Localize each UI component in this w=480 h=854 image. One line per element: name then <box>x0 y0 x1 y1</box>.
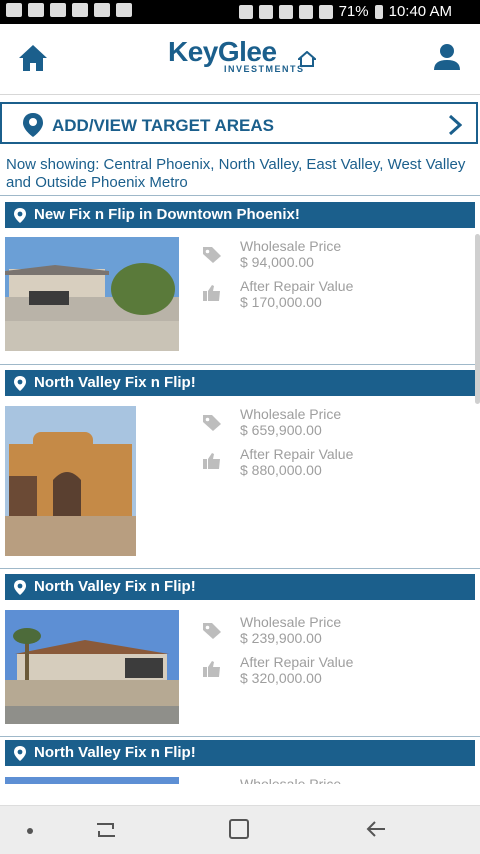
recent-apps-icon[interactable] <box>95 820 117 840</box>
scrollbar[interactable] <box>475 234 480 404</box>
logo-house-icon <box>298 51 316 67</box>
listing-title-bar: North Valley Fix n Flip! <box>5 740 475 766</box>
twitter-icon <box>116 3 132 17</box>
wholesale-label: Wholesale Price <box>240 406 342 422</box>
wholesale-price: $ 659,900.00 <box>240 422 322 438</box>
app-header: KeyGlee INVESTMENTS <box>0 24 480 95</box>
listing-title-bar: North Valley Fix n Flip! <box>5 574 475 600</box>
listing-card[interactable]: New Fix n Flip in Downtown Phoenix! Whol… <box>0 200 480 360</box>
listing-card[interactable]: North Valley Fix n Flip! Wholesale Price… <box>0 572 480 732</box>
listing-title-bar: New Fix n Flip in Downtown Phoenix! <box>5 202 475 228</box>
wholesale-price: $ 239,900.00 <box>240 630 322 646</box>
mail-icon <box>6 3 22 17</box>
system-icons: 71% 10:40 AM <box>238 3 452 20</box>
listing-card[interactable]: North Valley Fix n Flip! Wholesale Price <box>0 740 480 784</box>
wholesale-label: Wholesale Price <box>240 776 342 784</box>
divider <box>0 195 480 196</box>
arv-value: $ 880,000.00 <box>240 462 322 478</box>
divider <box>0 736 480 737</box>
property-photo[interactable] <box>5 777 179 784</box>
keyglee-logo: KeyGlee INVESTMENTS <box>168 38 318 82</box>
arv-label: After Repair Value <box>240 278 354 294</box>
wifi-icon <box>72 3 88 17</box>
nfc-icon <box>258 4 273 19</box>
notification-icons <box>6 3 132 17</box>
alarm-icon <box>278 4 293 19</box>
map-pin-icon <box>14 376 26 391</box>
price-tag-icon <box>203 247 221 263</box>
youtube-icon <box>28 3 44 17</box>
divider <box>0 364 480 365</box>
arv-value: $ 170,000.00 <box>240 294 322 310</box>
map-pin-icon <box>14 746 26 761</box>
logo-text: KeyGlee <box>168 36 277 67</box>
gallery-icon <box>50 3 66 17</box>
cell-signal-icon <box>318 4 333 19</box>
property-photo[interactable] <box>5 237 179 351</box>
thumbs-up-icon <box>203 453 220 469</box>
listing-title-bar: North Valley Fix n Flip! <box>5 370 475 396</box>
chevron-right-icon <box>448 114 462 136</box>
listing-title: North Valley Fix n Flip! <box>34 744 196 761</box>
arv-label: After Repair Value <box>240 654 354 670</box>
listing-card[interactable]: North Valley Fix n Flip! Wholesale Price… <box>0 368 480 568</box>
system-nav-bar <box>0 805 480 854</box>
listing-title: North Valley Fix n Flip! <box>34 374 196 391</box>
map-pin-icon <box>14 580 26 595</box>
target-areas-button[interactable]: ADD/VIEW TARGET AREAS <box>0 102 478 144</box>
target-areas-label: ADD/VIEW TARGET AREAS <box>52 116 274 135</box>
property-photo[interactable] <box>5 406 136 556</box>
now-showing-text: Now showing: Central Phoenix, North Vall… <box>6 156 466 191</box>
wholesale-price: $ 94,000.00 <box>240 254 314 270</box>
home-button[interactable] <box>18 44 48 72</box>
map-pin-icon <box>23 113 43 137</box>
arv-label: After Repair Value <box>240 446 354 462</box>
nav-dot-icon[interactable] <box>27 828 33 834</box>
listing-title: North Valley Fix n Flip! <box>34 578 196 595</box>
property-photo[interactable] <box>5 610 179 724</box>
arv-value: $ 320,000.00 <box>240 670 322 686</box>
price-tag-icon <box>203 415 221 431</box>
account-button[interactable] <box>432 42 462 72</box>
thumbs-up-icon <box>203 661 220 677</box>
divider <box>0 568 480 569</box>
status-bar: 71% 10:40 AM <box>0 0 480 24</box>
home-nav-icon[interactable] <box>229 819 249 839</box>
thumbs-up-icon <box>203 285 220 301</box>
home-icon <box>19 45 47 71</box>
clock: 10:40 AM <box>388 3 452 20</box>
price-tag-icon <box>203 623 221 639</box>
user-icon <box>434 44 460 70</box>
bluetooth-icon <box>238 4 253 19</box>
back-icon[interactable] <box>365 819 387 839</box>
battery-icon <box>374 4 383 19</box>
wifi-signal-icon <box>298 4 313 19</box>
battery-percent: 71% <box>338 3 369 20</box>
listing-title: New Fix n Flip in Downtown Phoenix! <box>34 206 300 223</box>
wholesale-label: Wholesale Price <box>240 238 342 254</box>
wholesale-label: Wholesale Price <box>240 614 342 630</box>
t-app-icon <box>94 3 110 17</box>
map-pin-icon <box>14 208 26 223</box>
